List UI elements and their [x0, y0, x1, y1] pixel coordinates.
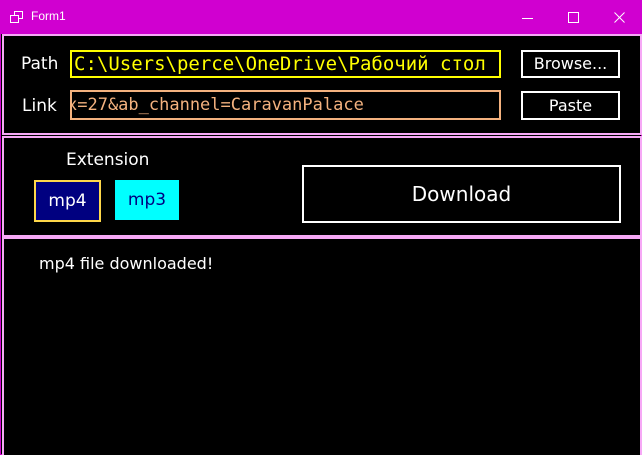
minimize-icon	[522, 18, 533, 19]
window-title: Form1	[31, 9, 66, 23]
extension-label: Extension	[66, 150, 150, 170]
close-icon	[614, 12, 625, 23]
title-bar[interactable]: Form1	[1, 0, 642, 34]
path-label: Path	[21, 54, 59, 74]
mp3-option[interactable]: mp3	[115, 180, 179, 220]
close-button[interactable]	[597, 0, 642, 34]
link-input-value: x=27&ab_channel=CaravanPalace	[70, 95, 364, 115]
app-window: Form1 Path C:\Users\perce\OneDrive\Рабоч…	[0, 0, 642, 455]
maximize-button[interactable]	[551, 0, 597, 34]
path-input[interactable]: C:\Users\perce\OneDrive\Рабочий стол	[70, 50, 501, 78]
minimize-button[interactable]	[505, 0, 551, 34]
mp4-option[interactable]: mp4	[34, 180, 101, 222]
status-message: mp4 file downloaded!	[39, 254, 214, 273]
app-window-icon	[10, 11, 23, 23]
browse-button[interactable]: Browse...	[521, 50, 620, 78]
paste-button[interactable]: Paste	[521, 91, 620, 120]
maximize-icon	[568, 12, 579, 23]
download-button[interactable]: Download	[302, 165, 621, 223]
link-input[interactable]: x=27&ab_channel=CaravanPalace	[70, 90, 501, 120]
link-label: Link	[22, 96, 57, 116]
